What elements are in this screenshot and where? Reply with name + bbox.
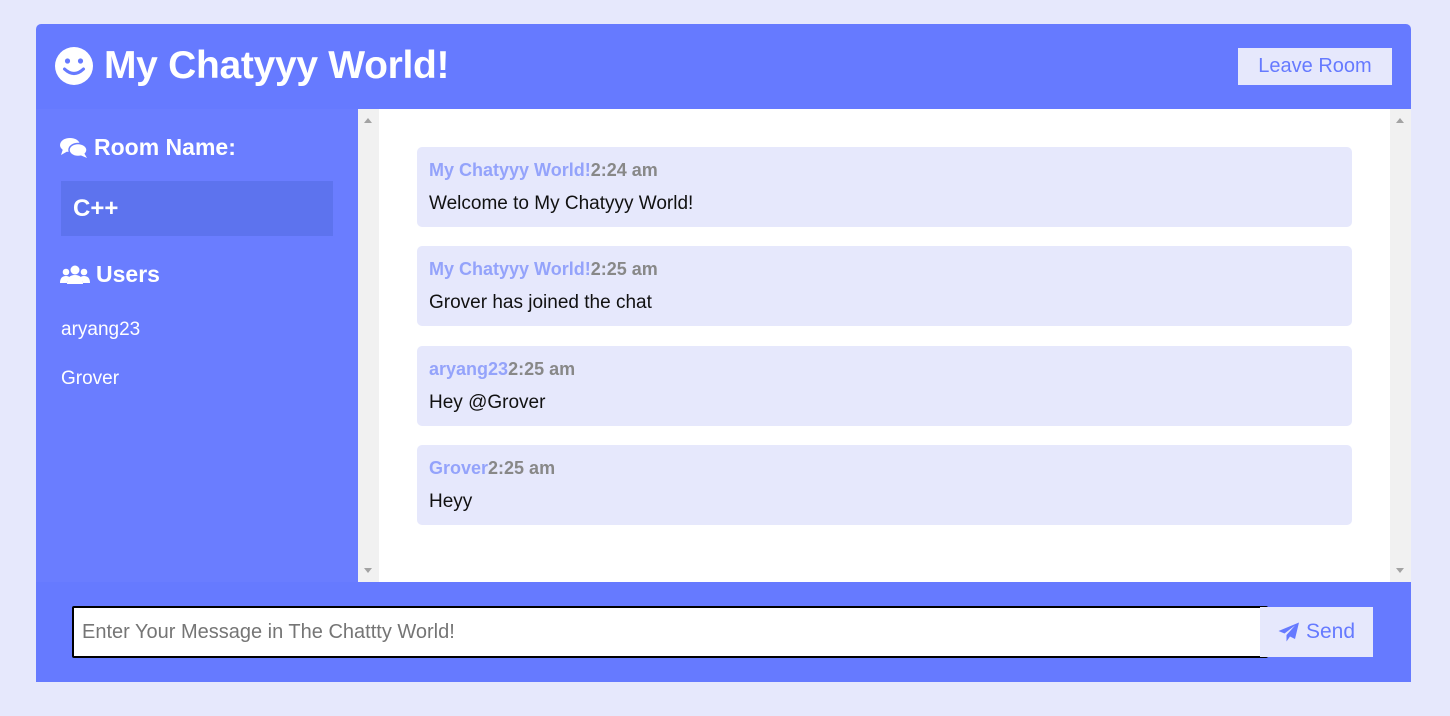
scroll-up-arrow-icon[interactable] (364, 118, 372, 123)
message-text: Grover has joined the chat (429, 292, 652, 313)
sidebar: Room Name: C++ Users aryang23 Grover (36, 109, 358, 582)
scroll-down-arrow-icon[interactable] (1396, 568, 1404, 573)
message-item: aryang232:25 am Hey @Grover (417, 346, 1352, 426)
message-time: 2:25 am (590, 259, 658, 279)
users-heading-label: Users (96, 261, 160, 287)
room-name-heading: Room Name: (60, 134, 236, 161)
users-list: aryang23 Grover (61, 319, 140, 417)
message-user: My Chatyyy World! (429, 259, 591, 279)
message-form: Send (36, 582, 1411, 682)
room-name-heading-label: Room Name: (94, 134, 236, 160)
message-meta: My Chatyyy World!2:24 am (429, 160, 658, 181)
smile-icon (55, 47, 93, 85)
message-input[interactable] (72, 606, 1268, 658)
message-meta: aryang232:25 am (429, 359, 575, 380)
header: My Chatyyy World! Leave Room (36, 24, 1411, 109)
app-logo: My Chatyyy World! (54, 44, 450, 88)
room-name: C++ (73, 194, 119, 222)
message-text: Welcome to My Chatyyy World! (429, 193, 694, 214)
users-icon (60, 265, 90, 284)
message-item: Grover2:25 am Heyy (417, 445, 1352, 525)
message-user: Grover (429, 458, 489, 478)
send-button[interactable]: Send (1260, 607, 1373, 657)
scroll-down-arrow-icon[interactable] (364, 568, 372, 573)
message-user: My Chatyyy World! (429, 160, 591, 180)
message-meta: Grover2:25 am (429, 458, 555, 479)
chat-messages: My Chatyyy World!2:24 am Welcome to My C… (379, 109, 1390, 582)
send-label: Send (1305, 620, 1356, 643)
room-name-box: C++ (61, 181, 333, 236)
chat-app: My Chatyyy World! Leave Room Room Name: … (36, 24, 1411, 682)
message-item: My Chatyyy World!2:24 am Welcome to My C… (417, 147, 1352, 227)
paper-plane-icon (1278, 622, 1299, 642)
scroll-up-arrow-icon[interactable] (1396, 118, 1404, 123)
user-item: Grover (61, 368, 120, 389)
comments-icon (60, 137, 88, 158)
chat-scrollbar[interactable] (1390, 109, 1411, 582)
users-heading: Users (60, 261, 160, 288)
message-meta: My Chatyyy World!2:25 am (429, 259, 658, 280)
app-title: My Chatyyy World! (104, 44, 450, 87)
message-time: 2:25 am (508, 359, 576, 379)
leave-room-button[interactable]: Leave Room (1238, 48, 1392, 85)
message-time: 2:24 am (590, 160, 658, 180)
message-time: 2:25 am (488, 458, 556, 478)
sidebar-scrollbar[interactable] (358, 109, 379, 582)
message-item: My Chatyyy World!2:25 am Grover has join… (417, 246, 1352, 326)
message-user: aryang23 (429, 359, 509, 379)
user-item: aryang23 (61, 319, 141, 340)
message-text: Hey @Grover (429, 392, 546, 413)
message-text: Heyy (429, 491, 473, 512)
